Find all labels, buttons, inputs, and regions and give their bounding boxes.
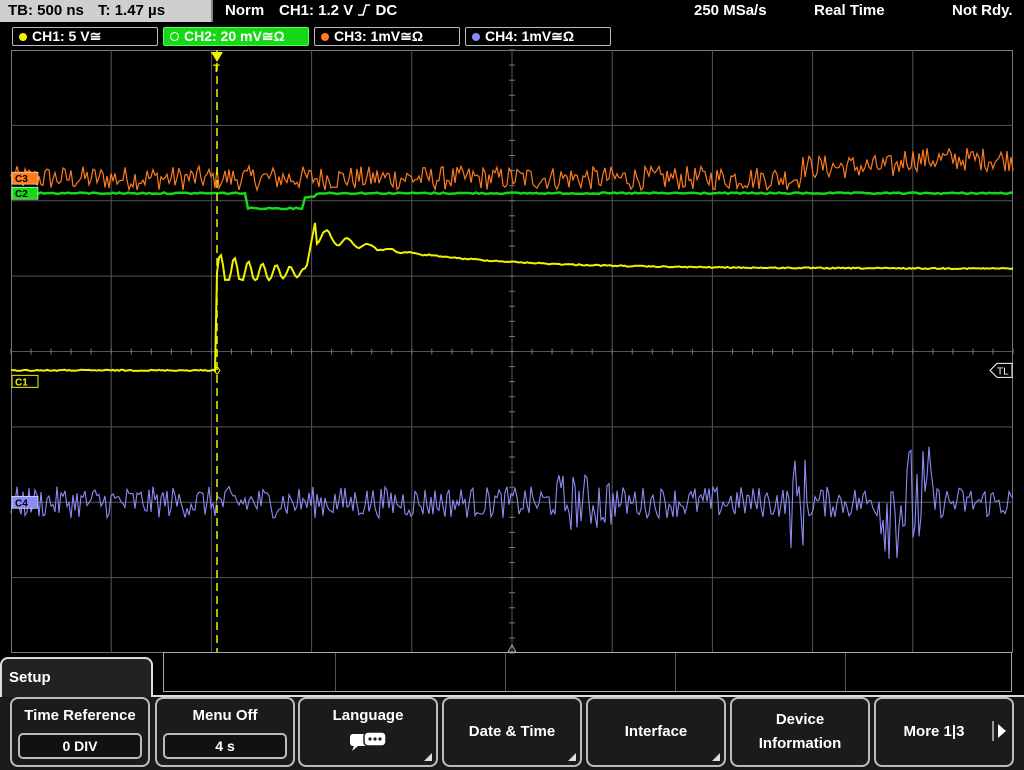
ch4-marker: C4 [15, 498, 28, 509]
more-button[interactable]: More 1|3 [874, 697, 1014, 767]
button-label: Time Reference [24, 707, 136, 724]
button-label-line2: Information [758, 735, 842, 752]
interface-button[interactable]: Interface [586, 697, 726, 767]
language-button[interactable]: Language [298, 697, 438, 767]
device-information-button[interactable]: Device Information [730, 697, 870, 767]
button-label: Menu Off [192, 707, 258, 724]
button-label: More 1|3 [903, 723, 965, 740]
time-reference-value: 0 DIV [18, 733, 142, 759]
button-label-line1: Device [775, 711, 825, 728]
submenu-indicator-icon [712, 753, 720, 761]
next-page-arrow-icon [998, 724, 1006, 738]
menu-off-button[interactable]: Menu Off 4 s [155, 697, 295, 767]
button-label: Date & Time [468, 723, 556, 740]
graticule [10, 49, 1014, 654]
time-reference-button[interactable]: Time Reference 0 DIV [10, 697, 150, 767]
button-label: Interface [624, 723, 688, 740]
trigger-position-label: T [213, 63, 220, 75]
ch1-marker: C1 [15, 377, 28, 388]
button-label: Language [332, 707, 404, 724]
ch3-marker: C3 [15, 174, 28, 185]
speech-bubble-icon [350, 731, 387, 751]
date-time-button[interactable]: Date & Time [442, 697, 582, 767]
ch2-marker: C2 [15, 189, 28, 200]
info-strip [163, 652, 1012, 692]
divider [992, 721, 994, 741]
submenu-indicator-icon [424, 753, 432, 761]
trigger-position-marker-icon [211, 52, 223, 62]
menu-off-value: 4 s [163, 733, 287, 759]
menu-title: Setup [0, 657, 153, 697]
submenu-indicator-icon [568, 753, 576, 761]
trigger-level-marker: TL [997, 366, 1009, 377]
